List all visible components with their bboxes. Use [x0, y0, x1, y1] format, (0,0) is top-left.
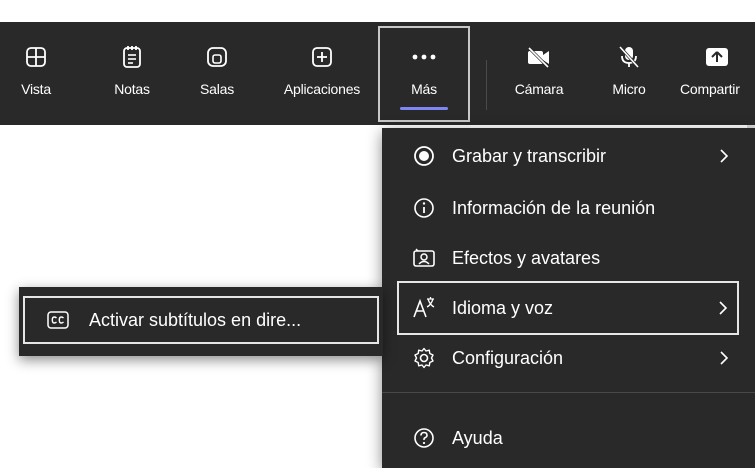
menu-item-settings[interactable]: Configuración: [382, 332, 755, 384]
captions-icon: [47, 310, 69, 330]
mic-button-label: Micro: [612, 81, 646, 97]
record-icon: [412, 144, 436, 168]
menu-item-effects[interactable]: Efectos y avatares: [382, 232, 755, 284]
settings-icon: [412, 346, 436, 370]
chevron-right-icon: [717, 146, 731, 166]
notes-button[interactable]: Notas: [103, 22, 161, 125]
rooms-button-label: Salas: [199, 81, 235, 97]
live-captions-item[interactable]: Activar subtítulos en dire...: [23, 296, 379, 344]
notes-button-label: Notas: [114, 81, 150, 97]
toolbar-divider: [486, 60, 487, 110]
menu-item-record[interactable]: Grabar y transcribir: [382, 130, 755, 182]
apps-button[interactable]: Aplicaciones: [270, 22, 374, 125]
share-icon: [704, 44, 730, 70]
menu-item-label: Configuración: [452, 347, 564, 368]
view-button[interactable]: Vista: [14, 22, 58, 125]
title-bar-area: [0, 0, 755, 22]
language-icon: [412, 296, 436, 320]
share-button-label: Compartir: [680, 81, 740, 97]
menu-item-label: Grabar y transcribir: [452, 145, 607, 166]
more-button-label: Más: [411, 81, 437, 97]
menu-item-language-voice[interactable]: Idioma y voz: [397, 281, 739, 335]
chevron-right-icon: [717, 348, 731, 368]
grid-icon: [23, 44, 49, 70]
menu-divider: [382, 392, 755, 393]
camera-button-label: Cámara: [514, 81, 564, 97]
language-submenu: Activar subtítulos en dire...: [19, 287, 383, 356]
apps-icon: [309, 44, 335, 70]
more-button[interactable]: Más: [378, 26, 470, 122]
effects-icon: [412, 246, 436, 270]
more-menu: Grabar y transcribir Información de la r…: [382, 128, 755, 468]
menu-item-label: Información de la reunión: [452, 197, 656, 218]
help-icon: [412, 426, 436, 450]
live-captions-label: Activar subtítulos en dire...: [89, 310, 302, 330]
mic-button[interactable]: Micro: [603, 22, 655, 125]
active-indicator: [400, 107, 448, 110]
notes-icon: [119, 44, 145, 70]
camera-button[interactable]: Cámara: [505, 22, 573, 125]
menu-item-help[interactable]: Ayuda: [382, 412, 755, 464]
meeting-toolbar: Vista Notas Salas Aplicaciones Más Cámar…: [0, 22, 755, 125]
view-button-label: Vista: [21, 81, 51, 97]
menu-item-meeting-info[interactable]: Información de la reunión: [382, 182, 755, 234]
more-icon: [411, 44, 437, 70]
chevron-right-icon: [716, 298, 730, 318]
menu-item-label: Ayuda: [452, 427, 503, 448]
apps-button-label: Aplicaciones: [283, 81, 361, 97]
share-button[interactable]: Compartir: [680, 22, 755, 125]
menu-item-label: Efectos y avatares: [452, 247, 601, 268]
info-icon: [412, 196, 436, 220]
mic-off-icon: [616, 44, 642, 70]
rooms-button[interactable]: Salas: [190, 22, 244, 125]
camera-off-icon: [526, 44, 552, 70]
menu-item-label: Idioma y voz: [452, 297, 554, 318]
rooms-icon: [204, 44, 230, 70]
